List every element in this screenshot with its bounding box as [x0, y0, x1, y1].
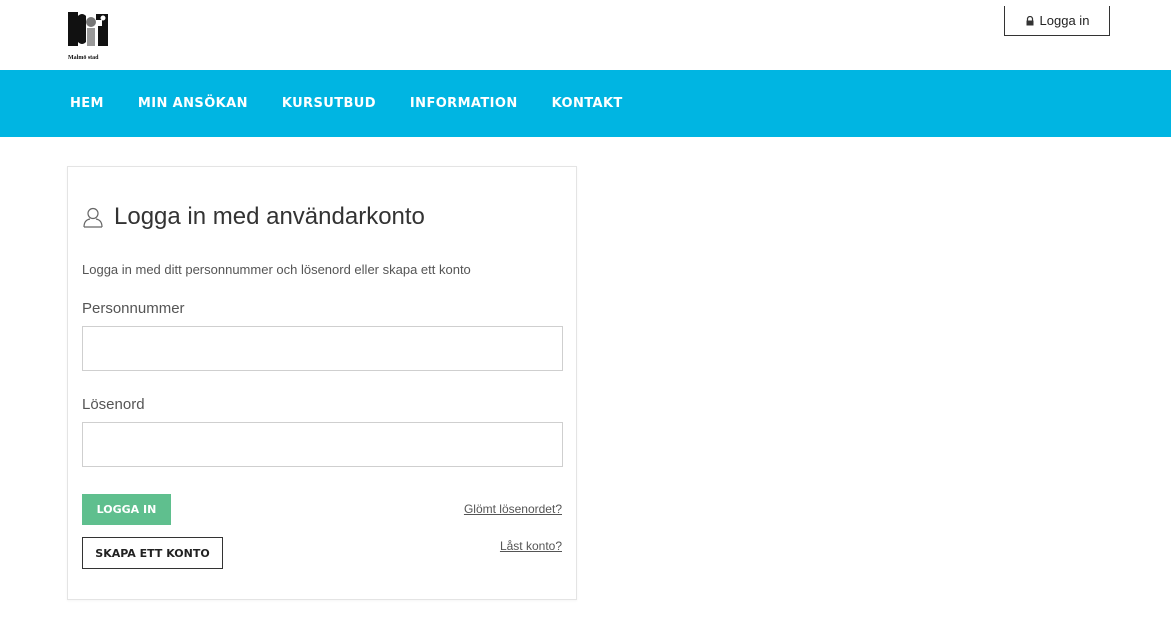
lock-icon — [1026, 15, 1034, 25]
nav-item-hem[interactable]: HEM — [70, 96, 104, 111]
nav-item-kursutbud[interactable]: KURSUTBUD — [282, 96, 376, 111]
logo-text: Malmö stad — [68, 55, 99, 61]
header-login-label: Logga in — [1039, 13, 1090, 28]
forgot-password-link[interactable]: Glömt lösenordet? — [464, 502, 562, 516]
malmo-stad-logo[interactable]: Malmö stad — [68, 12, 114, 62]
nav-list: HEM MIN ANSÖKAN KURSUTBUD INFORMATION KO… — [70, 70, 623, 137]
personnummer-label: Personnummer — [82, 300, 185, 317]
password-input[interactable] — [82, 422, 563, 467]
login-button[interactable]: LOGGA IN — [82, 494, 171, 525]
login-card-title: Logga in med användarkonto — [114, 203, 425, 230]
nav-item-information[interactable]: INFORMATION — [410, 96, 518, 111]
locked-account-link[interactable]: Låst konto? — [500, 539, 562, 553]
create-account-button[interactable]: SKAPA ETT KONTO — [82, 537, 223, 569]
nav-item-min-ansokan[interactable]: MIN ANSÖKAN — [138, 96, 248, 111]
main-navigation: HEM MIN ANSÖKAN KURSUTBUD INFORMATION KO… — [0, 70, 1171, 137]
login-card-heading: Logga in med användarkonto — [82, 203, 425, 231]
personnummer-input[interactable] — [82, 326, 563, 371]
login-intro-text: Logga in med ditt personnummer och lösen… — [82, 262, 471, 277]
top-header: Malmö stad Logga in — [0, 0, 1171, 70]
nav-item-kontakt[interactable]: KONTAKT — [552, 96, 623, 111]
header-login-button[interactable]: Logga in — [1004, 6, 1110, 36]
login-card: Logga in med användarkonto Logga in med … — [67, 166, 577, 600]
page: Malmö stad Logga in HEM MIN ANSÖKAN KURS… — [0, 0, 1171, 639]
user-icon — [83, 207, 103, 228]
password-label: Lösenord — [82, 396, 145, 413]
logo-mark-icon — [68, 12, 108, 46]
